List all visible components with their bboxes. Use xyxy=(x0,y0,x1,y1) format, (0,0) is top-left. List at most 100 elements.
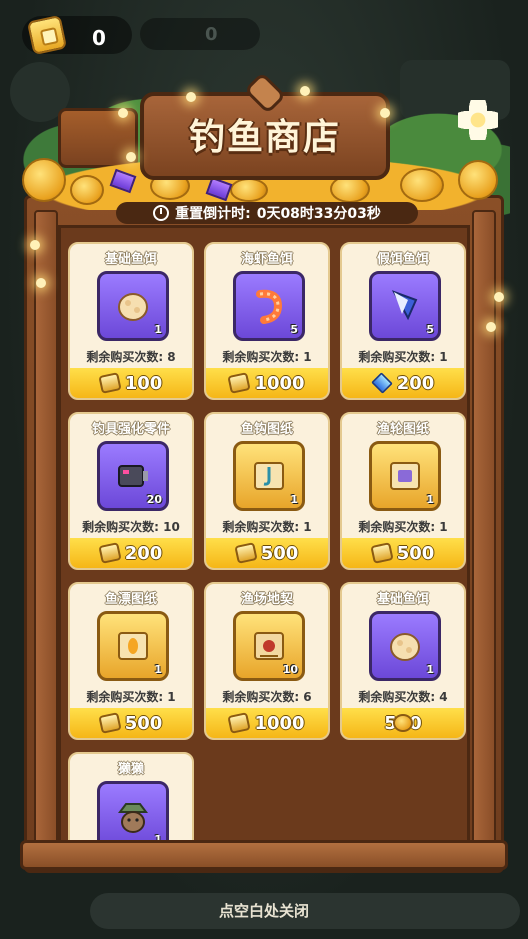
shop-item-grid[interactable]: 基础鱼饵 1 剩余购买次数: 8 100 海虾鱼饵 5 剩余购买次数: 1 10… xyxy=(68,242,468,842)
string-light xyxy=(300,86,310,96)
item-icon-frame: 1 xyxy=(233,441,305,511)
remaining-purchases: 剩余购买次数: 1 xyxy=(358,350,448,364)
shop-item-card[interactable]: 獭獭 1 xyxy=(68,752,194,842)
string-light xyxy=(486,322,496,332)
timer-label: 重置倒计时: xyxy=(175,206,251,222)
item-quantity: 10 xyxy=(282,663,298,676)
item-quantity: 1 xyxy=(290,493,298,506)
item-name: 渔轮图纸 xyxy=(376,422,429,437)
item-icon-frame: 1 xyxy=(369,611,441,681)
item-name: 海虾鱼饵 xyxy=(240,252,293,267)
shop-item-card[interactable]: 鱼漂图纸 1 剩余购买次数: 1 500 xyxy=(68,582,194,740)
bait-icon xyxy=(118,293,148,321)
lure-icon xyxy=(391,290,418,321)
item-quantity: 1 xyxy=(426,663,434,676)
buy-button[interactable]: 500 xyxy=(206,538,328,568)
timer-value: 0天08时33分03秒 xyxy=(256,206,381,222)
buy-button[interactable]: 200 xyxy=(342,368,464,398)
bait-icon xyxy=(390,633,420,661)
remaining-purchases: 剩余购买次数: 10 xyxy=(82,520,180,534)
hook-blueprint-icon xyxy=(254,462,284,490)
buy-button[interactable]: 500 xyxy=(342,538,464,568)
string-light xyxy=(380,108,390,118)
deed-icon xyxy=(254,632,284,660)
buy-button[interactable]: 500 xyxy=(342,708,464,738)
frame-post-right xyxy=(472,210,496,850)
ticket-icon xyxy=(227,372,252,394)
coin-icon xyxy=(458,160,498,200)
buy-button[interactable]: 1000 xyxy=(206,708,328,738)
buy-button[interactable]: 100 xyxy=(70,368,192,398)
shop-item-card[interactable]: 基础鱼饵 1 剩余购买次数: 8 100 xyxy=(68,242,194,400)
clock-icon xyxy=(153,205,170,221)
item-name: 獭獭 xyxy=(117,762,144,777)
item-name: 渔场地契 xyxy=(240,592,293,607)
float-blueprint-icon xyxy=(118,632,148,660)
remaining-purchases: 剩余购买次数: 1 xyxy=(222,350,312,364)
string-light xyxy=(118,108,128,118)
price: 500 xyxy=(260,542,299,564)
item-icon-frame: 5 xyxy=(369,271,441,341)
item-icon-frame: 10 xyxy=(233,611,305,681)
string-light xyxy=(126,152,136,162)
frame-base xyxy=(20,840,508,870)
price: 500 xyxy=(124,712,163,734)
item-icon-frame: 1 xyxy=(97,271,169,341)
item-name: 基础鱼饵 xyxy=(104,252,157,267)
coin-icon xyxy=(70,175,104,205)
coin-icon xyxy=(400,168,444,202)
part-icon xyxy=(118,465,148,487)
item-name: 假饵鱼饵 xyxy=(376,252,429,267)
item-icon-frame: 20 xyxy=(97,441,169,511)
shop-title: 钓鱼商店 xyxy=(188,117,341,158)
shrimp-icon xyxy=(256,289,283,324)
buy-button[interactable]: 500 xyxy=(70,708,192,738)
item-name: 鱼漂图纸 xyxy=(104,592,157,607)
string-light xyxy=(186,92,196,102)
flower-icon xyxy=(458,100,498,140)
coin-icon xyxy=(230,178,268,202)
shop-item-card[interactable]: 海虾鱼饵 5 剩余购买次数: 1 1000 xyxy=(204,242,330,400)
coin-icon xyxy=(393,714,413,732)
price: 500 xyxy=(396,542,435,564)
shop-item-card[interactable]: 渔场地契 10 剩余购买次数: 6 1000 xyxy=(204,582,330,740)
price: 1000 xyxy=(254,372,305,394)
item-icon-frame: 1 xyxy=(97,611,169,681)
tap-to-close-hint[interactable]: 点空白处关闭 xyxy=(0,900,528,921)
item-name: 鱼钩图纸 xyxy=(240,422,293,437)
item-quantity: 5 xyxy=(290,323,298,336)
ticket-icon xyxy=(98,712,122,734)
item-icon-frame: 5 xyxy=(233,271,305,341)
string-light xyxy=(30,240,40,250)
string-light xyxy=(36,278,46,288)
price: 100 xyxy=(124,372,163,394)
price: 200 xyxy=(396,372,435,394)
remaining-purchases: 剩余购买次数: 4 xyxy=(358,690,448,704)
ticket-icon xyxy=(98,372,122,394)
ticket-icon xyxy=(26,14,68,56)
buy-button[interactable]: 200 xyxy=(70,538,192,568)
remaining-purchases: 剩余购买次数: 8 xyxy=(86,350,176,364)
remaining-purchases: 剩余购买次数: 1 xyxy=(358,520,448,534)
shop-item-card[interactable]: 渔轮图纸 1 剩余购买次数: 1 500 xyxy=(340,412,466,570)
ticket-icon xyxy=(370,542,394,564)
reset-timer: 重置倒计时: 0天08时33分03秒 xyxy=(116,202,418,224)
ticket-icon xyxy=(234,542,258,564)
coin-counter-bar xyxy=(140,18,260,50)
coin-icon xyxy=(22,158,66,202)
buy-button[interactable]: 1000 xyxy=(206,368,328,398)
item-quantity: 1 xyxy=(426,493,434,506)
price: 200 xyxy=(124,542,163,564)
diamond-icon xyxy=(370,372,393,394)
shop-item-card[interactable]: 基础鱼饵 1 剩余购买次数: 4 500 xyxy=(340,582,466,740)
item-quantity: 20 xyxy=(146,493,162,506)
item-quantity: 1 xyxy=(154,323,162,336)
shop-item-card[interactable]: 钓具强化零件 20 剩余购买次数: 10 200 xyxy=(68,412,194,570)
ticket-icon xyxy=(98,542,122,564)
remaining-purchases: 剩余购买次数: 1 xyxy=(222,520,312,534)
shop-item-card[interactable]: 假饵鱼饵 5 剩余购买次数: 1 200 xyxy=(340,242,466,400)
coin-count: 0 xyxy=(205,24,218,45)
item-icon-frame: 1 xyxy=(97,781,169,842)
item-quantity: 5 xyxy=(426,323,434,336)
shop-item-card[interactable]: 鱼钩图纸 1 剩余购买次数: 1 500 xyxy=(204,412,330,570)
